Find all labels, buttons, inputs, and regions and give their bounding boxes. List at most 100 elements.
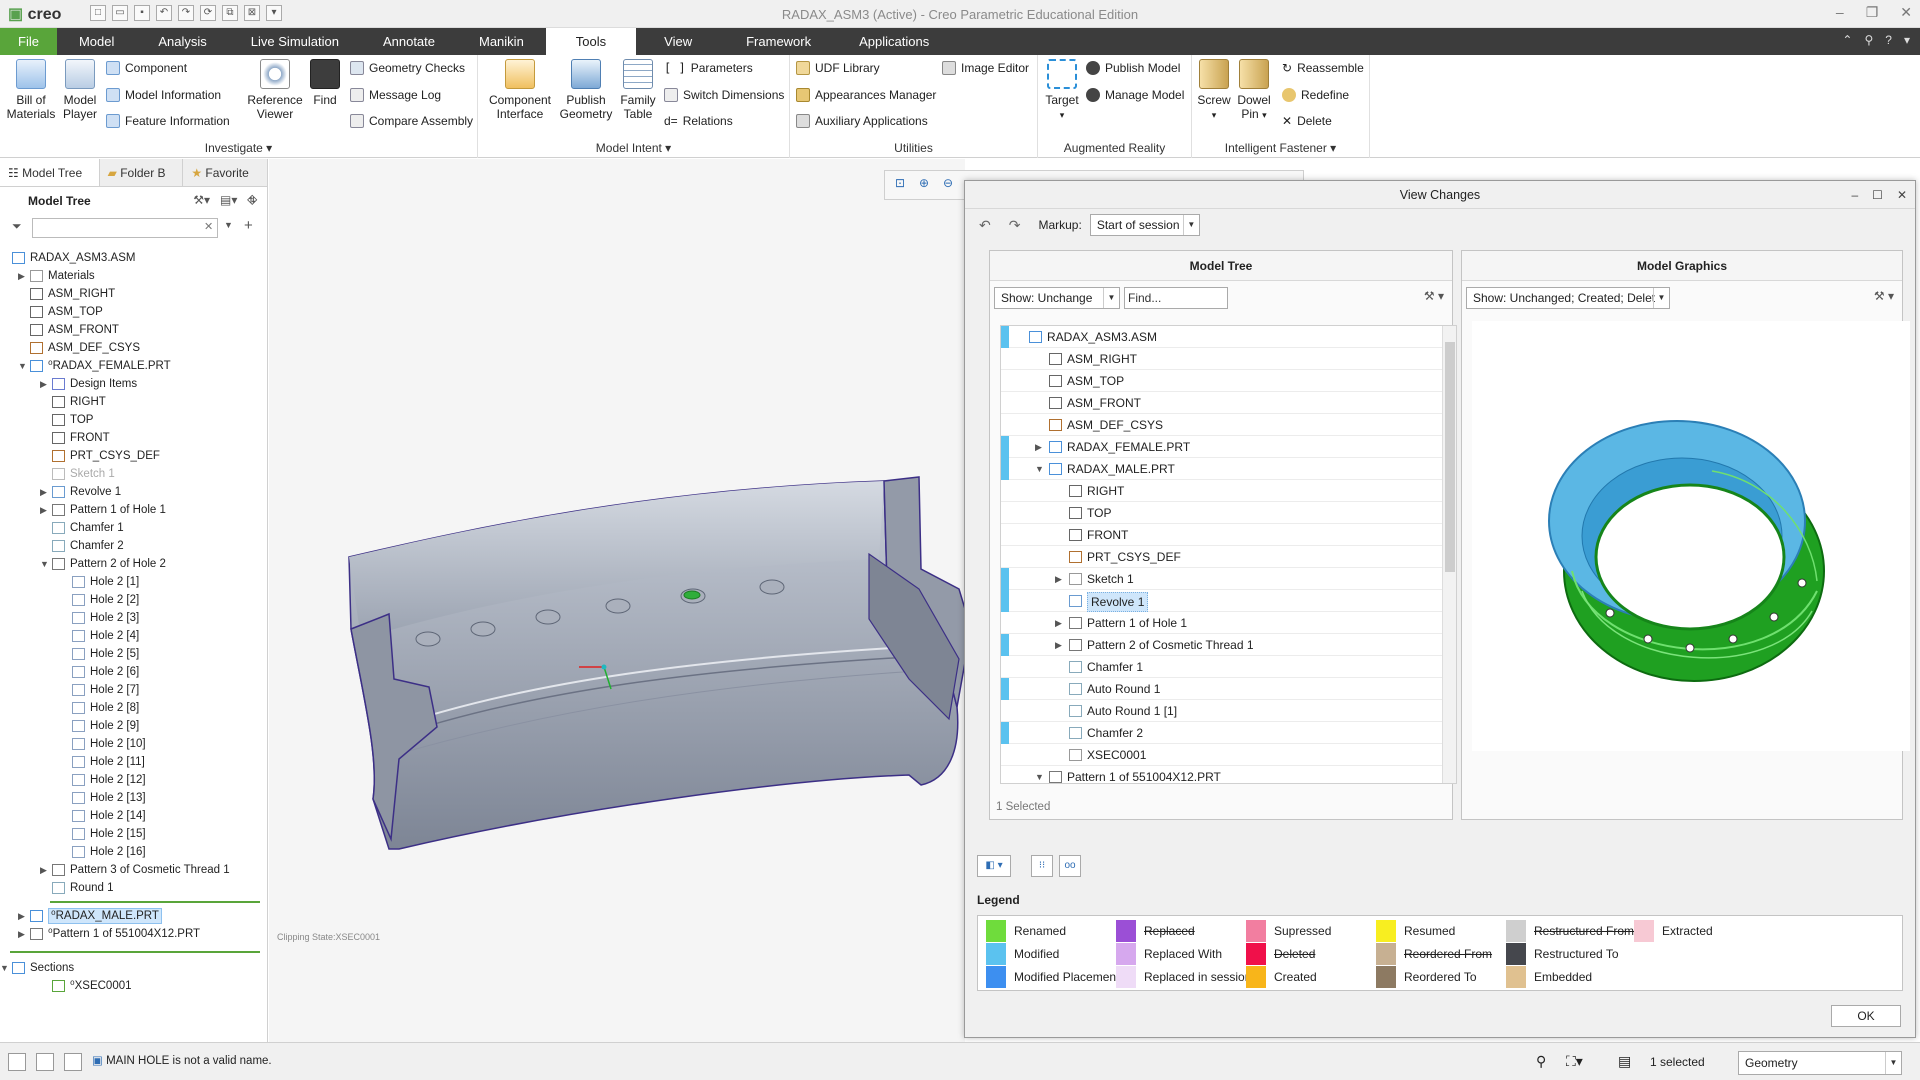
tab-view[interactable]: View — [636, 28, 720, 55]
dialog-close-icon[interactable]: ✕ — [1897, 181, 1907, 209]
add-filter-icon[interactable]: + — [244, 217, 253, 234]
intelligent-fastener-group-label[interactable]: Intelligent Fastener ▾ — [1192, 141, 1369, 155]
tree-item[interactable]: ▶ Pattern 3 of Cosmetic Thread 1 — [0, 861, 268, 879]
find-status-icon[interactable]: ⛶▾ — [1566, 1053, 1583, 1070]
expand-icon[interactable]: ▶ — [18, 907, 28, 925]
zoom-out-icon[interactable]: ⊖ — [943, 176, 953, 190]
selection-list-icon[interactable]: ▤ — [1618, 1053, 1631, 1070]
search-dropdown-icon[interactable]: ▼ — [224, 220, 233, 230]
changes-tree-row[interactable]: ▶ Pattern 2 of Cosmetic Thread 1 — [1001, 634, 1456, 656]
minimize-icon[interactable]: – — [1836, 4, 1844, 21]
changes-tree-row[interactable]: ASM_TOP — [1001, 370, 1456, 392]
dialog-undo-icon[interactable]: ↶ — [979, 217, 991, 234]
tree-item[interactable]: Hole 2 [16] — [0, 843, 268, 861]
tree-item[interactable]: ASM_RIGHT — [0, 285, 268, 303]
tree-item[interactable]: PRT_CSYS_DEF — [0, 447, 268, 465]
changes-tree-row[interactable]: Chamfer 2 — [1001, 722, 1456, 744]
show-icon[interactable]: ▤▾ — [220, 193, 237, 208]
settings-icon[interactable]: ⚒▾ — [193, 193, 210, 208]
tree-item[interactable]: Hole 2 [9] — [0, 717, 268, 735]
model-information-button[interactable]: Model Information — [106, 88, 221, 102]
expand-icon[interactable]: ▶ — [1035, 436, 1042, 458]
tree-item[interactable]: TOP — [0, 411, 268, 429]
udf-library-button[interactable]: UDF Library — [796, 61, 880, 75]
tree-item[interactable]: RIGHT — [0, 393, 268, 411]
tab-applications[interactable]: Applications — [837, 28, 951, 55]
filter-icon[interactable]: ⏷ — [12, 219, 22, 234]
tree-item[interactable]: Hole 2 [1] — [0, 573, 268, 591]
dialog-redo-icon[interactable]: ↷ — [1009, 217, 1021, 234]
tree-item[interactable]: ▶ Design Items — [0, 375, 268, 393]
changes-tree-row[interactable]: Revolve 1 — [1001, 590, 1456, 612]
collapse-icon[interactable]: ▼ — [1035, 766, 1044, 783]
image-editor-button[interactable]: Image Editor — [942, 61, 1029, 75]
search-commands-icon[interactable]: ⚲ — [1864, 33, 1873, 47]
tree-item[interactable]: ▼ ⁰RADAX_FEMALE.PRT — [0, 357, 268, 375]
ring-model-preview[interactable] — [1472, 321, 1910, 751]
tree-item[interactable]: Hole 2 [11] — [0, 753, 268, 771]
changes-graphics-settings-icon[interactable]: ⚒ ▾ — [1874, 289, 1894, 303]
parameters-button[interactable]: [ ] Parameters — [664, 61, 753, 75]
insert-indicator[interactable] — [50, 901, 260, 903]
ok-button[interactable]: OK — [1831, 1005, 1901, 1027]
tree-item[interactable]: ▶ Materials — [0, 267, 268, 285]
tree-item[interactable]: Hole 2 [2] — [0, 591, 268, 609]
component-button[interactable]: Component — [106, 61, 187, 75]
feature-information-button[interactable]: Feature Information — [106, 114, 230, 128]
markup-select[interactable]: Start of session ▼ — [1089, 214, 1200, 236]
expand-icon[interactable]: ▶ — [40, 375, 50, 393]
collapse-icon[interactable]: ▼ — [0, 959, 10, 977]
changes-tree-row[interactable]: ▶ RADAX_FEMALE.PRT — [1001, 436, 1456, 458]
tab-framework[interactable]: Framework — [720, 28, 837, 55]
tab-tools[interactable]: Tools — [545, 28, 637, 55]
tree-item[interactable]: Sketch 1 — [0, 465, 268, 483]
auxiliary-applications-button[interactable]: Auxiliary Applications — [796, 114, 928, 128]
changes-tree-settings-icon[interactable]: ⚒ ▾ — [1424, 289, 1444, 303]
navigator-toggle-icon[interactable] — [8, 1053, 26, 1071]
expand-icon[interactable]: ▶ — [1055, 634, 1062, 656]
tree-item[interactable]: ▶ ⁰Pattern 1 of 551004X12.PRT — [0, 925, 268, 943]
find-button[interactable]: Find — [310, 59, 340, 107]
tree-item[interactable]: Hole 2 [7] — [0, 681, 268, 699]
changes-tree-row[interactable]: TOP — [1001, 502, 1456, 524]
geometry-checks-button[interactable]: Geometry Checks — [350, 61, 465, 75]
changes-tree-row[interactable]: ASM_RIGHT — [1001, 348, 1456, 370]
expand-icon[interactable]: ▶ — [18, 925, 28, 943]
tree-item[interactable]: FRONT — [0, 429, 268, 447]
expand-icon[interactable]: ▶ — [40, 501, 50, 519]
tab-model[interactable]: Model — [57, 28, 136, 55]
tree-item[interactable]: ▶ Pattern 1 of Hole 1 — [0, 501, 268, 519]
tree-item[interactable]: ASM_DEF_CSYS — [0, 339, 268, 357]
tree-item[interactable]: ASM_TOP — [0, 303, 268, 321]
collapse-icon[interactable]: ▼ — [1035, 458, 1044, 480]
publish-model-button[interactable]: Publish Model — [1086, 61, 1180, 75]
tree-item[interactable]: Hole 2 [6] — [0, 663, 268, 681]
zoom-in-icon[interactable]: ⊕ — [919, 176, 929, 190]
tree-view-button[interactable]: ⁝⁝ — [1031, 855, 1053, 877]
tab-folder-browser[interactable]: ▰ Folder B — [100, 159, 184, 186]
dialog-maximize-icon[interactable]: ☐ — [1872, 181, 1883, 209]
collapse-icon[interactable]: ▼ — [18, 357, 28, 375]
tab-favorites[interactable]: ★ Favorite — [183, 159, 267, 186]
target-button[interactable]: Target ▾ — [1042, 59, 1082, 122]
tab-file[interactable]: File — [0, 28, 57, 55]
tree-item[interactable]: Hole 2 [5] — [0, 645, 268, 663]
relations-button[interactable]: d= Relations — [664, 114, 733, 128]
layout-toggle-button[interactable]: ◧ ▾ — [977, 855, 1011, 877]
compare-assembly-button[interactable]: Compare Assembly — [350, 114, 473, 128]
tree-item[interactable]: Hole 2 [15] — [0, 825, 268, 843]
appearances-manager-button[interactable]: Appearances Manager — [796, 88, 936, 102]
tree-item[interactable]: ▶ Revolve 1 — [0, 483, 268, 501]
clear-search-icon[interactable]: ✕ — [204, 220, 213, 233]
scroll-thumb[interactable] — [1445, 342, 1455, 572]
ribbon-options-icon[interactable]: ▾ — [1904, 33, 1910, 47]
changes-tree-scrollbar[interactable] — [1442, 326, 1456, 783]
graphics-window[interactable]: Clipping State:XSEC0001 — [269, 159, 972, 1042]
message-log-button[interactable]: Message Log — [350, 88, 441, 102]
changes-tree-row[interactable]: XSEC0001 — [1001, 744, 1456, 766]
help-icon[interactable]: ? — [1885, 33, 1892, 47]
bill-of-materials-button[interactable]: Bill of Materials — [6, 59, 56, 121]
changes-tree-row[interactable]: RADAX_ASM3.ASM — [1001, 326, 1456, 348]
expand-icon[interactable]: ▶ — [18, 267, 28, 285]
changes-tree-row[interactable]: ▶ Pattern 1 of Hole 1 — [1001, 612, 1456, 634]
